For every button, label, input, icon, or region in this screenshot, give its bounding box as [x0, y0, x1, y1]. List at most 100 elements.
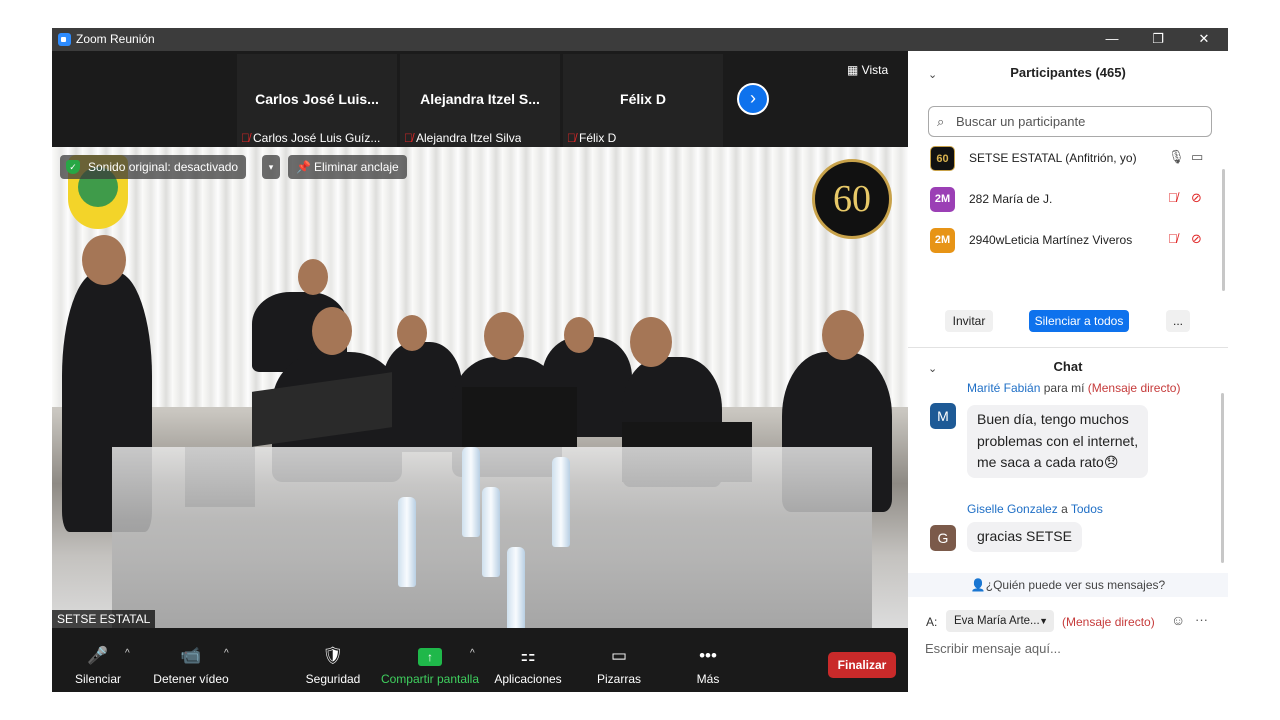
video-off-icon[interactable]: ⊘	[1191, 190, 1202, 206]
video-camera-icon: 📹	[180, 646, 202, 665]
user-icon: 👤	[970, 578, 986, 592]
whiteboards-button[interactable]: ▭ Pizarras	[590, 628, 648, 692]
performer	[382, 342, 462, 452]
mic-muted-icon[interactable]: 🎙̸	[1168, 190, 1178, 205]
participant-search-input[interactable]: ⌕ Buscar un participante	[928, 106, 1212, 137]
invite-button[interactable]: Invitar	[945, 310, 993, 332]
share-screen-icon: ↑	[380, 642, 480, 672]
water-bottle	[398, 497, 416, 587]
video-options-caret[interactable]: ^	[224, 648, 229, 659]
participant-row[interactable]: 2M 282 María de J. 🎙̸ ⊘	[928, 182, 1218, 218]
participant-thumbnail[interactable]: Félix D 🎙̸ Félix D	[563, 54, 723, 147]
performer-head	[822, 310, 864, 360]
shield-icon: 🛡	[322, 646, 344, 665]
thumbnail-name: Carlos José Luis...	[255, 91, 379, 107]
chat-more-icon[interactable]: ···	[1195, 612, 1208, 627]
mic-muted-icon[interactable]: 🎙̸	[1168, 231, 1178, 246]
thumbnail-label: 🎙̸ Félix D	[567, 131, 617, 145]
participant-thumbnail[interactable]: Carlos José Luis... 🎙̸ Carlos José Luis G…	[237, 54, 397, 147]
performer-head	[82, 235, 126, 285]
thumbnail-name: Alejandra Itzel S...	[420, 91, 540, 107]
thumbnail-name: Félix D	[620, 91, 666, 107]
share-screen-button[interactable]: ↑ Compartir pantalla	[380, 628, 480, 692]
avatar: 60	[930, 146, 955, 171]
mute-all-button[interactable]: Silenciar a todos	[1029, 310, 1129, 332]
thumbnail-label: 🎙̸ Alejandra Itzel Silva	[404, 131, 522, 145]
participants-scrollbar[interactable]	[1222, 169, 1225, 291]
emoji-icon[interactable]: ☺	[1171, 612, 1185, 628]
unpin-button[interactable]: 📌 Eliminar anclaje	[288, 155, 407, 179]
video-off-icon[interactable]: ⊘	[1191, 231, 1202, 247]
meeting-stage: Carlos José Luis... 🎙̸ Carlos José Luis G…	[52, 51, 908, 628]
recipient-select[interactable]: Eva María Arte... ▼	[946, 610, 1054, 632]
more-dots-icon: •••	[699, 646, 717, 665]
view-button[interactable]: ▦ Vista	[847, 63, 888, 77]
original-sound-dropdown[interactable]: ▾	[262, 155, 280, 179]
close-button[interactable]: ✕	[1181, 28, 1227, 51]
message-header: Marité Fabián para mí (Mensaje directo)	[967, 383, 1181, 395]
performer-head	[630, 317, 672, 367]
mute-button[interactable]: 🎤 Silenciar	[68, 628, 128, 692]
recipient-row: A: Eva María Arte... ▼ (Mensaje directo) …	[908, 608, 1228, 638]
chevron-down-icon: ▼	[1039, 616, 1048, 626]
avatar: 2M	[930, 187, 955, 212]
chat-messages: Marité Fabián para mí (Mensaje directo) …	[908, 383, 1228, 573]
direct-message-label: (Mensaje directo)	[1062, 615, 1155, 629]
message-bubble: Buen día, tengo muchos problemas con el …	[967, 405, 1149, 478]
search-icon: ⌕	[937, 114, 945, 129]
participant-name: 282 María de J.	[969, 192, 1053, 206]
zoom-window: Zoom Reunión — ❐ ✕ Carlos José Luis... 🎙…	[52, 28, 1228, 692]
security-button[interactable]: 🛡 Seguridad	[302, 628, 364, 692]
water-bottle	[482, 487, 500, 577]
participant-thumbnail[interactable]: Alejandra Itzel S... 🎙̸ Alejandra Itzel S…	[400, 54, 560, 147]
water-bottle	[507, 547, 525, 628]
water-bottle	[552, 457, 570, 547]
chat-compose-input[interactable]: Escribir mensaje aquí...	[925, 641, 1061, 656]
apps-button[interactable]: ⚏ Aplicaciones	[492, 628, 564, 692]
next-page-arrow-icon[interactable]: ›	[737, 83, 769, 115]
message-bubble: gracias SETSE	[967, 522, 1082, 552]
window-title: Zoom Reunión	[76, 32, 155, 46]
participant-row[interactable]: 2M 2940wLeticia Martínez Viveros 🎙̸ ⊘	[928, 223, 1218, 259]
chat-scrollbar[interactable]	[1221, 393, 1224, 563]
original-sound-button[interactable]: ✓ Sonido original: desactivado	[60, 155, 247, 179]
maximize-button[interactable]: ❐	[1135, 28, 1181, 51]
main-video: ✓ Sonido original: desactivado ▾ 📌 Elimi…	[52, 147, 908, 628]
participants-header: Participantes (465)	[1010, 65, 1126, 80]
meeting-toolbar: 🎤 Silenciar ^ 📹 Detener vídeo ^ 🛡 Seguri…	[52, 628, 908, 692]
mute-options-caret[interactable]: ^	[125, 648, 130, 659]
message-header: Giselle Gonzalez a Todos	[967, 502, 1103, 516]
participant-row[interactable]: 60 SETSE ESTATAL (Anfitrión, yo) 🎙 ▭	[928, 141, 1218, 177]
microphone-icon[interactable]: 🎙	[1168, 149, 1185, 165]
performer-head	[564, 317, 594, 353]
video-camera-icon[interactable]: ▭	[1191, 149, 1203, 165]
share-options-caret[interactable]: ^	[470, 648, 475, 659]
side-panel: ⌄ Participantes (465) ⌕ Buscar un partic…	[908, 51, 1228, 692]
microphone-icon: 🎤	[87, 646, 109, 665]
performer-head	[298, 259, 328, 295]
performer-head	[312, 307, 352, 355]
thumbnail-label: 🎙̸ Carlos José Luis Guíz...	[241, 131, 381, 145]
panel-divider	[908, 347, 1228, 348]
chat-header: Chat	[1053, 359, 1083, 374]
anniversary-60-badge: 60	[812, 159, 892, 239]
shield-check-icon: ✓	[66, 160, 80, 174]
more-button[interactable]: ••• Más	[688, 628, 728, 692]
mic-muted-icon: 🎙̸	[241, 131, 250, 145]
grid-icon: ▦	[847, 63, 862, 77]
end-meeting-button[interactable]: Finalizar	[828, 652, 896, 678]
to-label: A:	[926, 615, 938, 629]
music-stand	[462, 387, 577, 447]
participant-name: SETSE ESTATAL (Anfitrión, yo)	[969, 151, 1137, 165]
who-can-see-messages[interactable]: 👤¿Quién puede ver sus mensajes?	[908, 573, 1228, 597]
pin-icon: 📌	[296, 160, 311, 174]
title-bar: Zoom Reunión — ❐ ✕	[52, 28, 1228, 51]
performer-head	[484, 312, 524, 360]
minimize-button[interactable]: —	[1089, 28, 1135, 51]
participant-name: 2940wLeticia Martínez Viveros	[969, 233, 1133, 247]
participants-more-button[interactable]: ...	[1166, 310, 1190, 332]
mic-muted-icon: 🎙̸	[404, 131, 413, 145]
stop-video-button[interactable]: 📹 Detener vídeo	[152, 628, 230, 692]
zoom-app-icon	[58, 33, 71, 46]
mic-muted-icon: 🎙̸	[567, 131, 576, 145]
